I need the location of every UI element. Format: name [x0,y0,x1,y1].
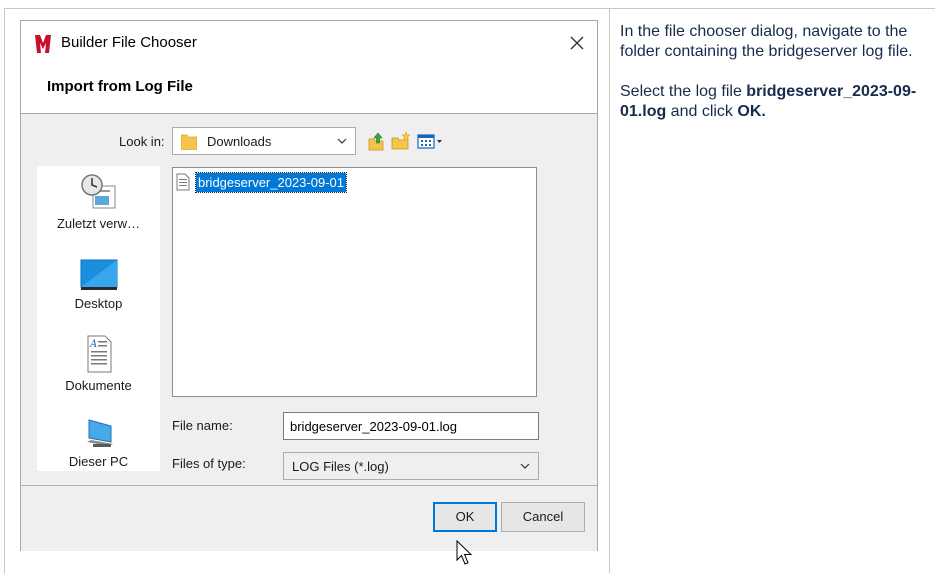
file-list-item[interactable]: bridgeserver_2023-09-01 [176,171,347,193]
instruction-step-2: Select the log file bridgeserver_2023-09… [620,82,920,122]
place-recent[interactable]: Zuletzt verw… [37,172,160,231]
files-of-type-combobox[interactable]: LOG Files (*.log) [283,452,539,480]
place-documents-label: Dokumente [65,378,132,393]
chooser-body: Look in: Downloads Zuletzt verw… Desktop… [21,113,597,485]
file-list[interactable]: bridgeserver_2023-09-01 [172,167,537,397]
mouse-cursor-icon [456,540,473,565]
file-icon [176,173,190,191]
cancel-button[interactable]: Cancel [501,502,585,532]
place-documents[interactable]: A Dokumente [37,334,160,393]
dialog-heading: Import from Log File [47,78,193,95]
instructions-panel: In the file chooser dialog, navigate to … [620,22,920,142]
place-this-pc[interactable]: Dieser PC [37,416,160,469]
look-in-combobox[interactable]: Downloads [172,127,356,155]
places-bar: Zuletzt verw… Desktop A Dokumente Dieser… [37,166,160,471]
instruction-ok: OK. [737,103,766,120]
close-icon[interactable] [563,29,591,57]
file-chooser-dialog: Builder File Chooser Import from Log Fil… [20,20,598,551]
file-name-selected[interactable]: bridgeserver_2023-09-01 [195,171,347,193]
chevron-down-icon [337,138,347,144]
view-menu-icon[interactable] [416,131,444,151]
up-one-level-icon[interactable] [366,131,386,151]
documents-icon: A [87,335,111,373]
dialog-footer: OK Cancel [21,485,597,551]
desktop-icon [80,259,117,290]
file-name-label: File name: [172,418,233,433]
folder-icon [181,134,197,150]
svg-text:A: A [89,339,97,350]
table-column-divider [609,8,610,573]
recent-icon [80,174,115,209]
file-name-input[interactable] [283,412,539,440]
instruction-step-1: In the file chooser dialog, navigate to … [620,23,913,60]
chevron-down-icon [520,463,530,469]
place-desktop[interactable]: Desktop [37,258,160,311]
instruction-prefix: Select the log file [620,83,747,100]
look-in-label: Look in: [119,134,165,149]
ok-button[interactable]: OK [433,502,497,532]
dialog-titlebar[interactable]: Builder File Chooser [21,21,597,69]
files-of-type-label: Files of type: [172,456,246,471]
app-logo-icon [35,35,51,53]
look-in-value: Downloads [207,134,272,149]
place-desktop-label: Desktop [74,296,123,311]
place-recent-label: Zuletzt verw… [56,216,141,231]
files-of-type-value: LOG Files (*.log) [292,459,389,474]
computer-icon [86,419,113,447]
instruction-mid: and click [666,103,738,120]
new-folder-icon[interactable] [391,131,411,151]
dialog-title: Builder File Chooser [61,34,197,51]
place-this-pc-label: Dieser PC [68,454,129,469]
